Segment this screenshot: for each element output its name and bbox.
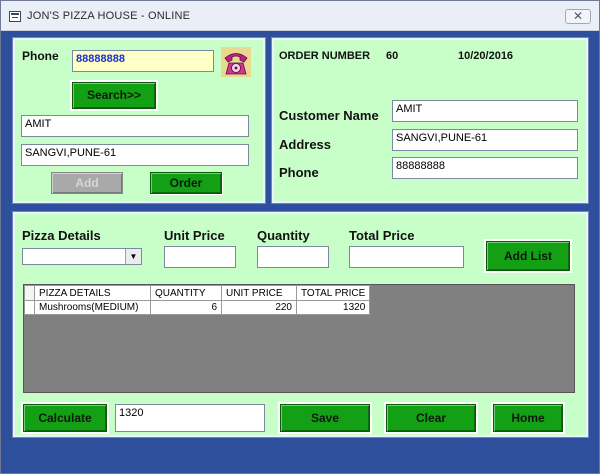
total-price-label: Total Price	[349, 228, 415, 243]
column-header[interactable]: PIZZA DETAILS	[34, 285, 151, 301]
table-header-row: PIZZA DETAILS QUANTITY UNIT PRICE TOTAL …	[24, 285, 371, 301]
pizza-details-label: Pizza Details	[22, 228, 101, 243]
order-items-grid[interactable]: PIZZA DETAILS QUANTITY UNIT PRICE TOTAL …	[23, 284, 575, 393]
order-phone-field[interactable]: 88888888	[392, 157, 578, 179]
order-customer-name-field[interactable]: AMIT	[392, 100, 578, 122]
phone-search-input[interactable]: 88888888	[72, 50, 214, 72]
table-cell[interactable]: Mushrooms(MEDIUM)	[34, 300, 151, 315]
quantity-field[interactable]	[257, 246, 329, 268]
search-button[interactable]: Search>>	[70, 80, 158, 111]
table-cell[interactable]: 1320	[295, 300, 371, 315]
window-title: JON'S PIZZA HOUSE - ONLINE	[27, 10, 191, 22]
order-number-value: 60	[386, 50, 399, 62]
telephone-icon	[221, 47, 251, 77]
total-price-field[interactable]	[349, 246, 464, 268]
table-cell[interactable]: 6	[150, 300, 222, 315]
unit-price-label: Unit Price	[164, 228, 225, 243]
customer-name-label: Customer Name	[279, 108, 379, 123]
column-header[interactable]: TOTAL PRICE	[295, 285, 371, 301]
quantity-label: Quantity	[257, 228, 310, 243]
unit-price-field[interactable]	[164, 246, 236, 268]
chevron-down-icon[interactable]: ▼	[125, 249, 141, 264]
phone-label: Phone	[22, 49, 59, 63]
table-cell[interactable]: 220	[221, 300, 297, 315]
address-label: Address	[279, 137, 332, 152]
row-header[interactable]	[24, 300, 35, 315]
title-bar[interactable]: JON'S PIZZA HOUSE - ONLINE ✕	[1, 1, 599, 31]
add-list-button[interactable]: Add List	[484, 239, 572, 273]
app-window: JON'S PIZZA HOUSE - ONLINE ✕ Phone 88888…	[0, 0, 600, 474]
table-row[interactable]: Mushrooms(MEDIUM) 6 220 1320	[24, 300, 371, 315]
home-button[interactable]: Home	[491, 402, 565, 434]
order-items-table: PIZZA DETAILS QUANTITY UNIT PRICE TOTAL …	[24, 285, 371, 315]
add-button[interactable]: Add	[51, 172, 123, 194]
order-number-label: ORDER NUMBER	[279, 50, 371, 62]
pizza-items-panel: Pizza Details Unit Price Quantity Total …	[12, 211, 589, 438]
calculate-button[interactable]: Calculate	[21, 402, 109, 434]
customer-name-field[interactable]: AMIT	[21, 115, 249, 137]
order-date: 10/20/2016	[458, 50, 514, 62]
customer-search-panel: Phone 88888888 Search>> AMIT SANGVI,PUNE…	[12, 37, 266, 204]
client-area: Phone 88888888 Search>> AMIT SANGVI,PUNE…	[7, 32, 593, 460]
column-header[interactable]: UNIT PRICE	[221, 285, 297, 301]
clear-button[interactable]: Clear	[384, 402, 478, 434]
app-icon	[9, 11, 21, 22]
order-address-field[interactable]: SANGVI,PUNE-61	[392, 129, 578, 151]
customer-address-field[interactable]: SANGVI,PUNE-61	[21, 144, 249, 166]
column-header[interactable]: QUANTITY	[150, 285, 222, 301]
row-header-corner	[24, 285, 35, 301]
order-details-panel: ORDER NUMBER 60 10/20/2016 Customer Name…	[271, 37, 589, 204]
close-button[interactable]: ✕	[565, 9, 591, 24]
calculated-total-field[interactable]: 1320	[115, 404, 265, 432]
order-phone-label: Phone	[279, 165, 319, 180]
pizza-details-dropdown[interactable]: ▼	[22, 248, 142, 265]
order-button[interactable]: Order	[150, 172, 222, 194]
save-button[interactable]: Save	[278, 402, 372, 434]
